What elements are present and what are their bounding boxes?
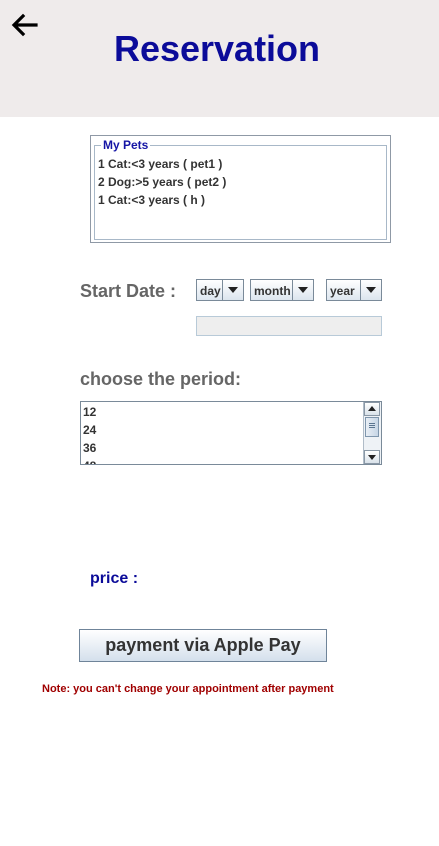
chevron-down-icon[interactable]: [222, 280, 243, 300]
pet-item: 1 Cat:<3 years ( h ): [98, 193, 206, 207]
day-select[interactable]: day: [196, 279, 244, 301]
my-pets-fieldset: My Pets 1 Cat:<3 years ( pet1 ) 2 Dog:>5…: [94, 138, 387, 240]
year-select-value: year: [330, 284, 355, 298]
scroll-down-icon[interactable]: [364, 450, 380, 464]
period-option[interactable]: 48: [83, 459, 96, 464]
month-select-value: month: [254, 284, 291, 298]
payment-note: Note: you can't change your appointment …: [42, 683, 334, 695]
month-select[interactable]: month: [250, 279, 314, 301]
day-select-value: day: [200, 284, 221, 298]
chevron-down-icon[interactable]: [360, 280, 381, 300]
page-title: Reservation: [113, 28, 321, 69]
apple-pay-button[interactable]: payment via Apple Pay: [79, 629, 327, 662]
period-option[interactable]: 36: [83, 441, 96, 455]
year-select[interactable]: year: [326, 279, 382, 301]
chevron-down-icon[interactable]: [292, 280, 313, 300]
start-date-field[interactable]: [196, 316, 382, 336]
scroll-up-icon[interactable]: [364, 402, 380, 416]
my-pets-panel: My Pets 1 Cat:<3 years ( pet1 ) 2 Dog:>5…: [90, 135, 391, 243]
header-bar: Reservation: [0, 0, 439, 117]
period-option[interactable]: 12: [83, 405, 96, 419]
scroll-thumb[interactable]: [365, 417, 379, 437]
period-scrollbar[interactable]: [363, 402, 381, 464]
start-date-label: Start Date :: [80, 281, 177, 301]
pet-item: 2 Dog:>5 years ( pet2 ): [98, 175, 227, 189]
period-list[interactable]: 12 24 36 48: [80, 401, 382, 465]
pet-item: 1 Cat:<3 years ( pet1 ): [98, 157, 223, 171]
period-label: choose the period:: [80, 369, 242, 389]
period-option[interactable]: 24: [83, 423, 96, 437]
price-label: price :: [90, 570, 139, 587]
my-pets-legend: My Pets: [101, 138, 151, 152]
